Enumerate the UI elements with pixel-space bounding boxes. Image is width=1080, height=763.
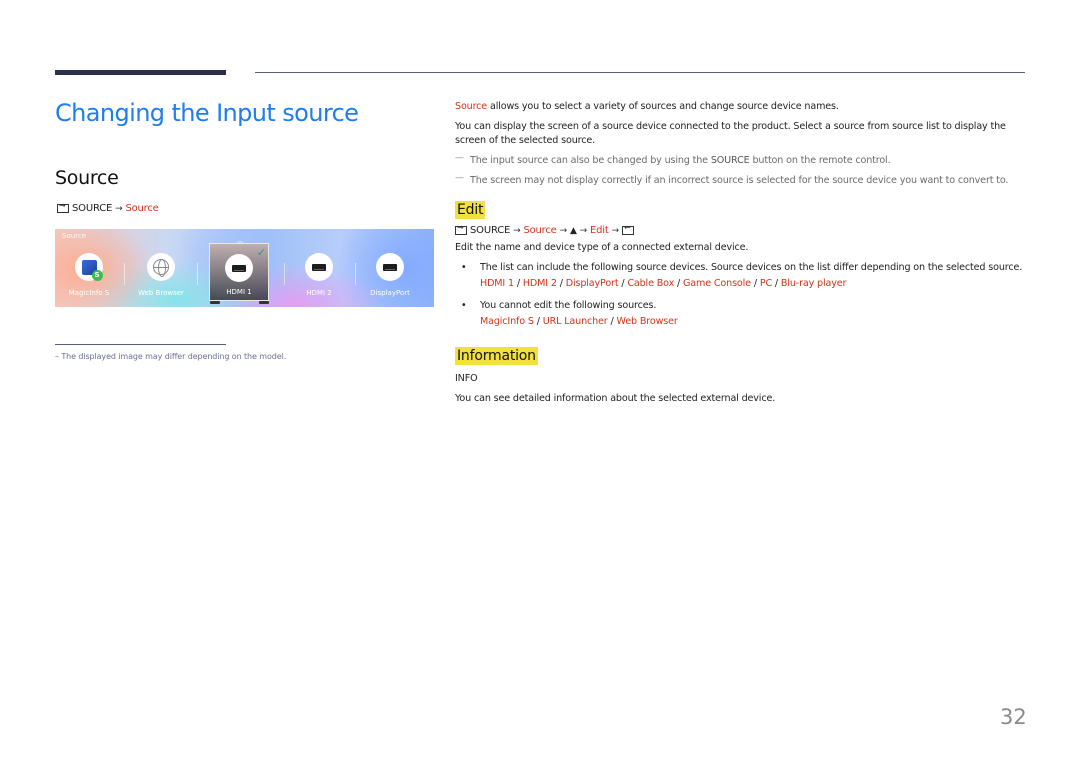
path-item-source-button: SOURCE <box>72 203 113 214</box>
edit-heading: Edit <box>455 201 486 219</box>
information-heading: Information <box>455 347 538 365</box>
displayport-icon <box>383 263 397 271</box>
header-rule-thin <box>255 72 1025 73</box>
keyword-source: Source <box>455 101 488 112</box>
information-description: You can see detailed information about t… <box>455 393 776 404</box>
menu-path: SOURCE → Source <box>57 201 159 214</box>
divider <box>355 263 356 285</box>
note-incorrect-source: The screen may not display correctly if … <box>455 171 1027 188</box>
intro-line-2: You can display the screen of a source d… <box>455 121 1006 146</box>
section-title: Source <box>55 167 119 189</box>
tile-label: Web Browser <box>138 289 184 297</box>
right-column: Source allows you to select a variety of… <box>455 100 1027 406</box>
edit-menu-path: SOURCE → Source → ▲ → Edit → <box>455 223 1027 236</box>
divider <box>124 263 125 285</box>
hdmi-port-icon <box>312 263 326 271</box>
source-tile-hdmi2[interactable]: HDMI 2 <box>289 253 349 303</box>
source-icon <box>57 201 69 213</box>
divider <box>197 263 198 285</box>
arrow-right-icon: → <box>115 203 123 214</box>
magicinfo-icon: S <box>81 259 103 281</box>
path-item-source: Source <box>125 203 159 214</box>
note-remote: The input source can also be changed by … <box>455 151 1027 168</box>
source-tile-magicinfo[interactable]: S MagicInfo S <box>59 253 119 303</box>
arrow-right-icon: → <box>579 225 588 236</box>
source-bar-screenshot: Source ︿ S MagicInfo S Web Browser ✓ HDM… <box>55 229 434 307</box>
header-rule-thick <box>55 70 226 75</box>
stand-foot <box>210 301 220 304</box>
source-tile-hdmi1[interactable]: ✓ HDMI 1 <box>209 243 269 301</box>
tile-label: DisplayPort <box>370 289 410 297</box>
source-icon <box>455 223 467 235</box>
checkmark-icon: ✓ <box>256 246 266 259</box>
up-arrow-icon: ▲ <box>569 225 577 236</box>
stand-foot <box>259 301 269 304</box>
divider <box>284 263 285 285</box>
source-tile-web-browser[interactable]: Web Browser <box>131 253 191 303</box>
source-bar-label: Source <box>62 232 87 240</box>
tile-label: HDMI 2 <box>306 289 332 297</box>
footnote: – The displayed image may differ dependi… <box>55 352 287 361</box>
hdmi-port-icon <box>232 264 246 272</box>
arrow-right-icon: → <box>611 225 620 236</box>
info-key-label: INFO <box>455 373 478 384</box>
arrow-right-icon: → <box>513 225 521 236</box>
editable-sources-list: HDMI 1 / HDMI 2 / DisplayPort / Cable Bo… <box>480 278 847 289</box>
return-icon <box>621 223 634 235</box>
page-title: Changing the Input source <box>55 99 359 127</box>
non-editable-sources-list: MagicInfo S / URL Launcher / Web Browser <box>480 316 678 327</box>
edit-description: Edit the name and device type of a conne… <box>455 242 749 253</box>
arrow-right-icon: → <box>559 225 568 236</box>
intro-line-1: Source allows you to select a variety of… <box>455 101 839 112</box>
source-tile-displayport[interactable]: DisplayPort <box>360 253 420 303</box>
edit-bullet-1: The list can include the following sourc… <box>455 261 1027 291</box>
globe-icon <box>153 259 169 277</box>
edit-bullet-2: You cannot edit the following sources. M… <box>455 299 1027 329</box>
tile-label: HDMI 1 <box>226 288 252 296</box>
page-number: 32 <box>1000 705 1027 729</box>
tile-label: MagicInfo S <box>68 289 110 297</box>
footnote-rule <box>55 344 226 345</box>
